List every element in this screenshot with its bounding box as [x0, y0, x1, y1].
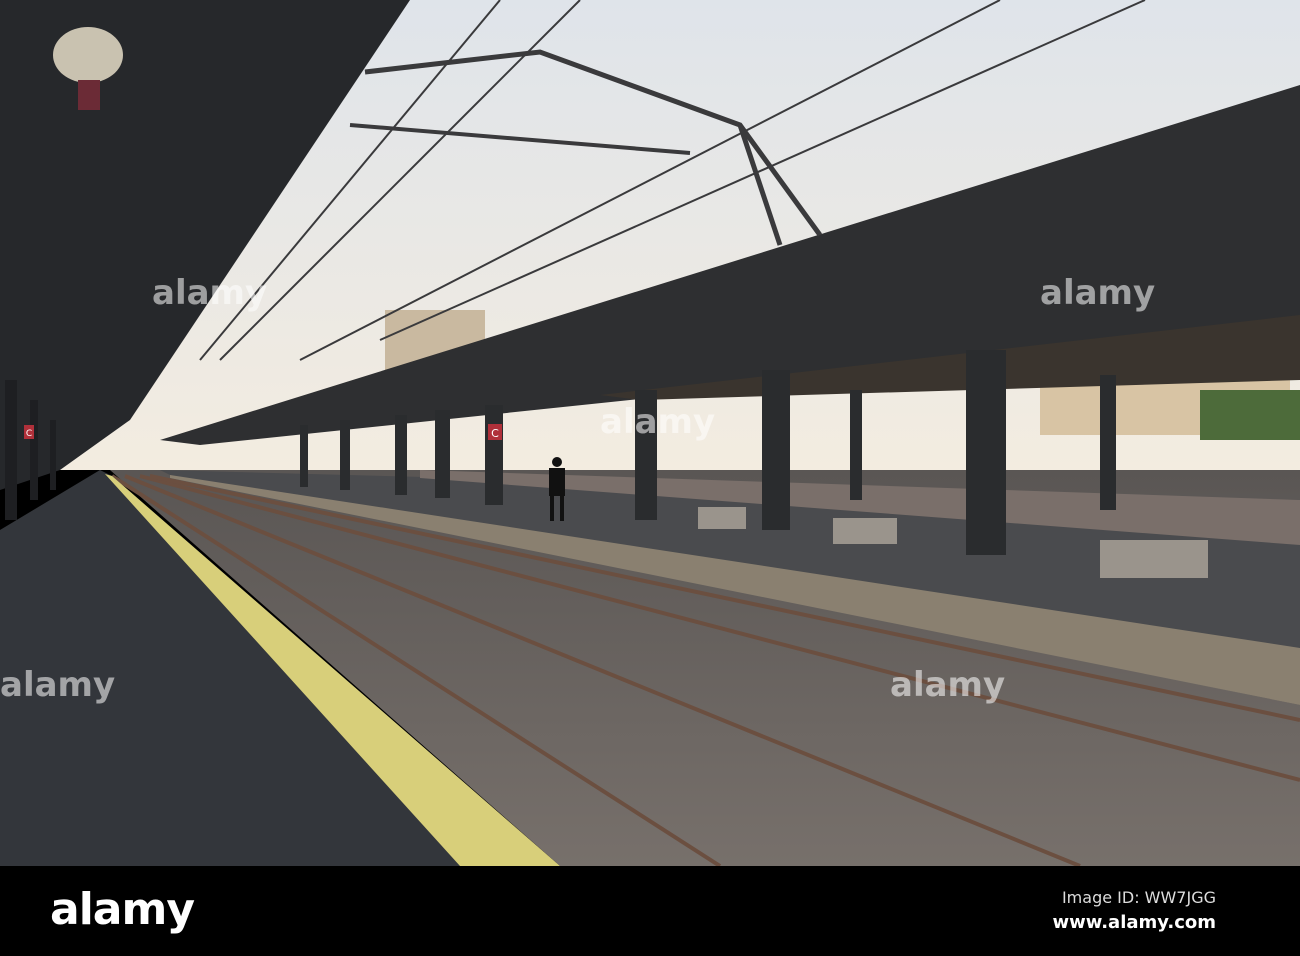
svg-text:C: C: [26, 429, 32, 439]
watermark-text: alamy: [600, 402, 716, 442]
watermark-text: alamy: [152, 273, 268, 313]
watermark-text: alamy: [0, 665, 116, 705]
watermark-text: alamy: [1040, 273, 1156, 313]
alamy-logo: alamy: [50, 884, 195, 935]
background-trees: [1200, 390, 1300, 440]
footer-bar: alamy Image ID: WW7JGG www.alamy.com: [0, 866, 1300, 956]
image-id: Image ID: WW7JGG: [1061, 888, 1216, 907]
website-link: www.alamy.com: [1052, 912, 1216, 933]
watermark-text: alamy: [890, 665, 1006, 705]
stock-photo: C C alamy alamy alamy alamy alamy alamy …: [0, 0, 1300, 956]
svg-text:C: C: [491, 427, 499, 440]
